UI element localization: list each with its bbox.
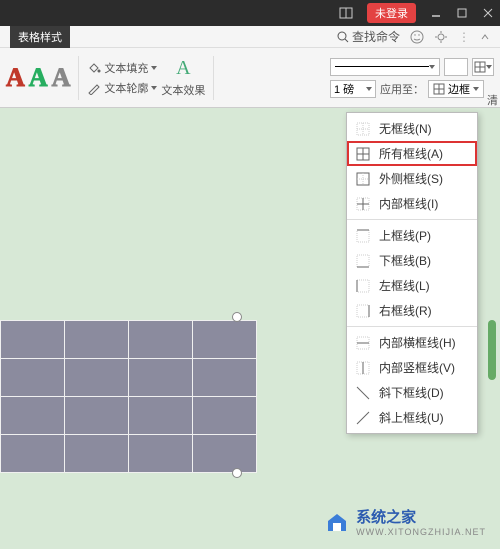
border-option-inner-border[interactable]: 内部框线(I) bbox=[347, 191, 477, 216]
chevron-down-icon bbox=[151, 86, 157, 90]
chevron-down-icon bbox=[473, 87, 479, 91]
slide-canvas bbox=[0, 320, 257, 473]
menu-item-label: 所有框线(A) bbox=[379, 145, 443, 162]
border-option-right-border[interactable]: 右框线(R) bbox=[347, 298, 477, 323]
menu-item-label: 内部框线(I) bbox=[379, 195, 438, 212]
menu-item-label: 外侧框线(S) bbox=[379, 170, 443, 187]
top-border-icon bbox=[355, 228, 371, 244]
watermark-logo-icon bbox=[324, 509, 350, 535]
divider bbox=[213, 56, 214, 100]
selection-handle[interactable] bbox=[232, 312, 242, 322]
ribbon-tab-row: 表格样式 查找命令 ⋮ bbox=[0, 26, 500, 48]
border-option-bottom-border[interactable]: 下框线(B) bbox=[347, 248, 477, 273]
menu-item-label: 斜下框线(D) bbox=[379, 384, 444, 401]
menu-item-label: 内部横框线(H) bbox=[379, 334, 456, 351]
maximize-icon[interactable] bbox=[456, 7, 468, 19]
border-option-top-border[interactable]: 上框线(P) bbox=[347, 223, 477, 248]
border-option-diag-up[interactable]: 斜上框线(U) bbox=[347, 405, 477, 430]
search-command[interactable]: 查找命令 bbox=[337, 28, 400, 45]
apply-to-label: 应用至： bbox=[380, 81, 424, 97]
menu-item-label: 上框线(P) bbox=[379, 227, 431, 244]
border-option-left-border[interactable]: 左框线(L) bbox=[347, 273, 477, 298]
inner-h-icon bbox=[355, 335, 371, 351]
outer-border-icon bbox=[355, 171, 371, 187]
search-label: 查找命令 bbox=[352, 28, 400, 45]
menu-item-label: 左框线(L) bbox=[379, 277, 430, 294]
border-option-no-border[interactable]: 无框线(N) bbox=[347, 116, 477, 141]
text-outline-button[interactable]: 文本轮廓 bbox=[87, 80, 157, 96]
menu-item-label: 内部竖框线(V) bbox=[379, 359, 455, 376]
search-icon bbox=[337, 31, 349, 43]
wordart-style-1[interactable]: A bbox=[6, 63, 25, 93]
menu-separator bbox=[347, 219, 477, 220]
left-border-icon bbox=[355, 278, 371, 294]
border-option-diag-down[interactable]: 斜下框线(D) bbox=[347, 380, 477, 405]
border-option-inner-v[interactable]: 内部竖框线(V) bbox=[347, 355, 477, 380]
divider bbox=[78, 56, 79, 100]
selection-handle[interactable] bbox=[232, 468, 242, 478]
close-icon[interactable] bbox=[482, 7, 494, 19]
border-icon bbox=[433, 83, 445, 95]
border-option-all-border[interactable]: 所有框线(A) bbox=[347, 141, 477, 166]
right-border-icon bbox=[355, 303, 371, 319]
minimize-icon[interactable] bbox=[430, 7, 442, 19]
login-badge[interactable]: 未登录 bbox=[367, 3, 416, 23]
pen-icon bbox=[87, 81, 101, 95]
inserted-table[interactable] bbox=[0, 320, 257, 473]
tab-table-style[interactable]: 表格样式 bbox=[10, 26, 70, 48]
border-option-inner-h[interactable]: 内部横框线(H) bbox=[347, 330, 477, 355]
smile-icon[interactable] bbox=[410, 30, 424, 44]
wordart-style-2[interactable]: A bbox=[29, 63, 48, 93]
table-quick-button[interactable] bbox=[472, 58, 494, 76]
menu-item-label: 下框线(B) bbox=[379, 252, 431, 269]
line-style-select[interactable] bbox=[330, 58, 440, 76]
diag-down-icon bbox=[355, 385, 371, 401]
menu-item-label: 无框线(N) bbox=[379, 120, 432, 137]
menu-item-label: 斜上框线(U) bbox=[379, 409, 444, 426]
gear-icon[interactable] bbox=[434, 30, 448, 44]
line-color-select[interactable] bbox=[444, 58, 468, 76]
wordart-style-3[interactable]: A bbox=[52, 63, 71, 93]
inner-v-icon bbox=[355, 360, 371, 376]
all-border-icon bbox=[355, 146, 371, 162]
inner-border-icon bbox=[355, 196, 371, 212]
watermark: 系统之家 WWW.XITONGZHIJIA.NET bbox=[324, 506, 486, 537]
vertical-scrollbar[interactable] bbox=[488, 120, 496, 420]
border-dropdown-menu: 无框线(N) 所有框线(A) 外侧框线(S) 内部框线(I) 上框线(P) 下框线(B) 左… bbox=[346, 112, 478, 434]
chevron-down-icon bbox=[151, 66, 157, 70]
border-dropdown-button[interactable]: 边框 bbox=[428, 80, 484, 98]
text-fill-button[interactable]: 文本填充 bbox=[87, 60, 157, 76]
clear-label[interactable]: 清 bbox=[487, 92, 498, 108]
bottom-border-icon bbox=[355, 253, 371, 269]
text-effect-button[interactable]: A 文本效果 bbox=[161, 57, 205, 98]
menu-item-label: 右框线(R) bbox=[379, 302, 432, 319]
chevron-up-icon[interactable] bbox=[480, 32, 490, 42]
paint-bucket-icon bbox=[87, 61, 101, 75]
no-border-icon bbox=[355, 121, 371, 137]
watermark-url: WWW.XITONGZHIJIA.NET bbox=[356, 527, 486, 537]
line-size-select[interactable]: 1 磅 bbox=[330, 80, 376, 98]
tab-icon bbox=[339, 6, 353, 20]
titlebar: 未登录 bbox=[0, 0, 500, 26]
border-option-outer-border[interactable]: 外侧框线(S) bbox=[347, 166, 477, 191]
toolbar: A A A 文本填充 文本轮廓 A 文本效果 1 磅 应用至： bbox=[0, 48, 500, 108]
chevron-down-icon bbox=[429, 65, 435, 69]
separator: ⋮ bbox=[458, 30, 470, 44]
diag-up-icon bbox=[355, 410, 371, 426]
text-effect-icon: A bbox=[176, 57, 190, 80]
wordart-gallery[interactable]: A A A bbox=[6, 63, 70, 93]
watermark-name: 系统之家 bbox=[356, 509, 416, 526]
menu-separator bbox=[347, 326, 477, 327]
scrollbar-thumb[interactable] bbox=[488, 320, 496, 380]
